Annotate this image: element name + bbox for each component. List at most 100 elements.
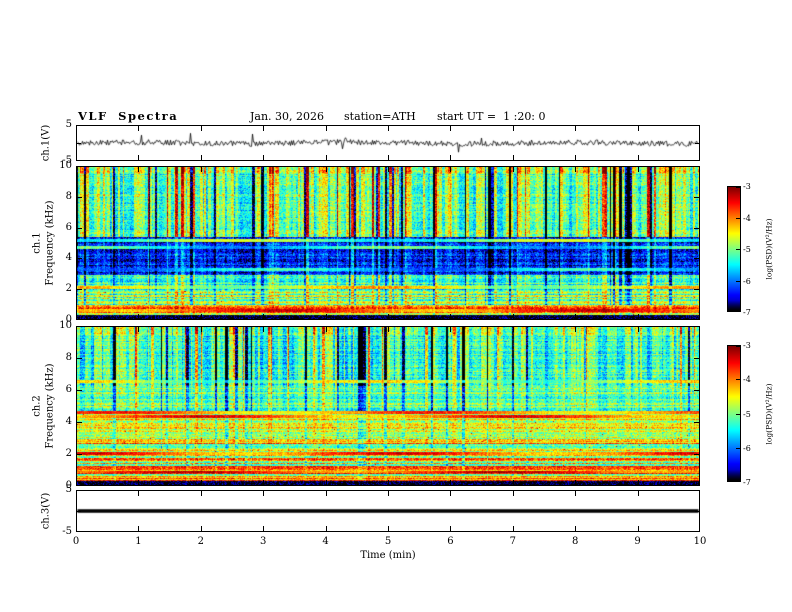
y-tick-label: 2: [65, 448, 72, 459]
x-tick-mark: [263, 314, 264, 319]
colorbar-tick-mark: [736, 218, 740, 219]
x-tick-mark: [575, 526, 576, 531]
y-tick-label: 6: [65, 384, 72, 395]
colorbar-tick-label: -4: [743, 375, 751, 385]
ch2-spec-frequency-label: Frequency (kHz): [44, 363, 56, 449]
x-tick-mark: [138, 314, 139, 319]
x-tick-mark: [138, 167, 139, 172]
x-tick-mark: [138, 491, 139, 496]
x-tick-mark: [201, 167, 202, 172]
x-tick-mark: [201, 126, 202, 131]
x-tick-label: 6: [447, 536, 454, 547]
colorbar-tick-label: -5: [743, 245, 751, 254]
y-tick-label: 2: [65, 283, 72, 295]
x-tick-mark: [138, 155, 139, 160]
x-tick-mark: [575, 314, 576, 319]
x-tick-mark: [138, 526, 139, 531]
colorbar-tick-mark: [736, 249, 740, 250]
y-tick-label: 5: [65, 119, 72, 130]
x-tick-mark: [450, 155, 451, 160]
x-tick-mark: [450, 126, 451, 131]
x-tick-mark: [575, 491, 576, 496]
x-tick-mark: [138, 480, 139, 485]
x-tick-mark: [388, 480, 389, 485]
y-tick-mark: [694, 390, 699, 391]
x-tick-mark: [450, 480, 451, 485]
x-tick-mark: [513, 126, 514, 131]
y-tick-mark: [694, 289, 699, 290]
x-tick-label: 9: [634, 536, 641, 547]
x-tick-mark: [638, 126, 639, 131]
x-tick-mark: [513, 155, 514, 160]
y-tick-mark: [694, 358, 699, 359]
x-tick-mark: [638, 155, 639, 160]
ch1-spectrogram-panel: [76, 166, 700, 320]
x-tick-mark: [263, 526, 264, 531]
x-tick-mark: [513, 480, 514, 485]
colorbar-tick-label: -3: [743, 341, 751, 350]
y-tick-mark: [77, 228, 82, 229]
ch3-wave-ylabel: ch.3(V): [40, 492, 52, 530]
x-tick-mark: [575, 126, 576, 131]
x-tick-mark: [263, 155, 264, 160]
ch1-spectrogram-canvas: [77, 167, 699, 319]
colorbar-ch2-label: log(PSD)(V²/Hz): [764, 383, 774, 445]
x-axis-title: Time (min): [360, 550, 416, 561]
x-tick-mark: [388, 526, 389, 531]
y-tick-mark: [77, 289, 82, 290]
x-tick-mark: [450, 314, 451, 319]
y-tick-mark: [694, 228, 699, 229]
x-tick-mark: [450, 526, 451, 531]
colorbar-tick-mark: [736, 346, 740, 347]
x-tick-mark: [326, 126, 327, 131]
x-tick-mark: [263, 126, 264, 131]
x-tick-mark: [638, 491, 639, 496]
x-tick-label: 4: [322, 536, 329, 547]
x-tick-mark: [513, 526, 514, 531]
colorbar-tick-label: -7: [743, 478, 751, 487]
x-tick-mark: [201, 314, 202, 319]
colorbar-tick-mark: [736, 310, 740, 311]
colorbar-tick-label: -5: [743, 409, 751, 419]
x-tick-mark: [201, 526, 202, 531]
x-tick-mark: [575, 480, 576, 485]
y-tick-mark: [77, 197, 82, 198]
x-tick-mark: [201, 327, 202, 332]
y-tick-mark: [77, 258, 82, 259]
x-tick-label: 0: [72, 536, 80, 547]
y-tick-mark: [695, 143, 699, 144]
y-tick-mark: [694, 258, 699, 259]
colorbar-tick-mark: [736, 414, 740, 415]
y-tick-mark: [694, 454, 699, 455]
ch2-spectrogram-panel: [76, 326, 700, 486]
y-tick-label: 10: [59, 320, 72, 331]
x-tick-mark: [450, 167, 451, 172]
x-tick-mark: [388, 167, 389, 172]
x-tick-mark: [575, 167, 576, 172]
y-tick-mark: [77, 390, 82, 391]
ch3-waveform-canvas: [77, 491, 699, 531]
header-station: station=ATH: [344, 110, 416, 123]
x-tick-mark: [326, 491, 327, 496]
y-tick-mark: [77, 511, 81, 512]
figure-title: VLF Spectra: [78, 109, 179, 123]
x-tick-label: 3: [260, 536, 267, 547]
ch2-spectrogram-canvas: [77, 327, 699, 485]
x-tick-mark: [326, 480, 327, 485]
x-tick-label: 7: [509, 536, 516, 547]
x-tick-mark: [450, 491, 451, 496]
y-tick-mark: [694, 197, 699, 198]
colorbar-tick-label: -6: [743, 276, 751, 286]
x-tick-label: 2: [197, 536, 204, 547]
x-tick-mark: [201, 480, 202, 485]
colorbar-tick-mark: [736, 448, 740, 449]
x-tick-label: 5: [384, 536, 392, 547]
colorbar-tick-mark: [736, 480, 740, 481]
x-tick-mark: [638, 480, 639, 485]
colorbar-tick-label: -7: [743, 308, 751, 317]
x-tick-mark: [263, 327, 264, 332]
x-tick-mark: [263, 491, 264, 496]
x-tick-label: 10: [693, 536, 707, 547]
y-tick-label: 8: [65, 352, 72, 363]
colorbar-ch1-label: log(PSD)(V²/Hz): [764, 218, 774, 280]
